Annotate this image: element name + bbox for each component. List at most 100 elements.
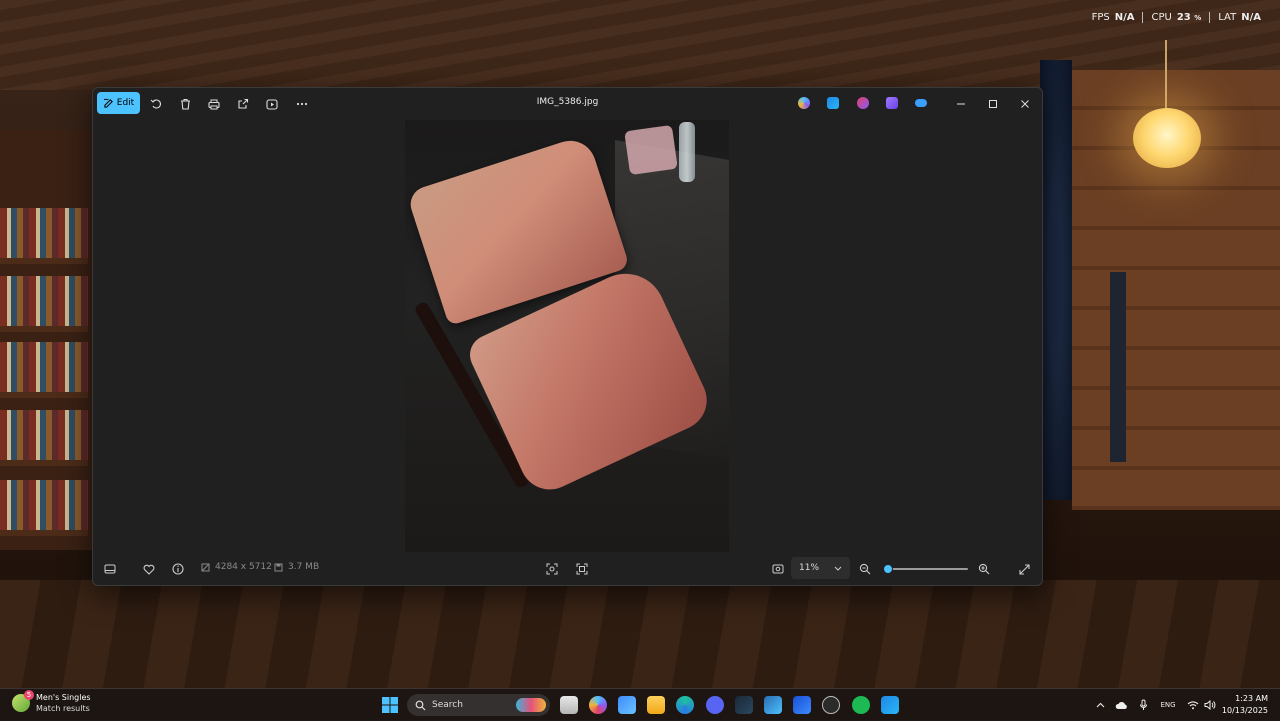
onedrive-icon[interactable]: [915, 99, 927, 107]
store-icon[interactable]: [618, 696, 636, 714]
chevron-up-icon: [1096, 702, 1104, 708]
tennis-icon: 5: [12, 690, 34, 712]
chevron-down-icon: [834, 566, 842, 571]
lat-value: N/A: [1241, 12, 1261, 23]
wifi-button[interactable]: [1186, 698, 1200, 712]
cpu-readout: CPU 23 %: [1142, 12, 1209, 23]
fullscreen-icon: [1018, 563, 1030, 575]
search-icon: [415, 700, 426, 710]
photos-app-icon[interactable]: [764, 696, 782, 714]
show-hidden-icons-button[interactable]: [1093, 698, 1107, 712]
onedrive-tray-icon[interactable]: [1114, 698, 1128, 712]
zoom-slider-thumb[interactable]: [882, 564, 893, 574]
filesize-text: 3.7 MB: [288, 562, 320, 572]
dimensions-text: 4284 x 5712: [215, 562, 272, 572]
maximize-button[interactable]: [981, 94, 1005, 114]
edge-icon[interactable]: [676, 696, 694, 714]
notification-badge: 5: [24, 690, 34, 700]
favorite-button[interactable]: [138, 558, 160, 580]
wallpaper-floor: [0, 580, 1280, 690]
cpu-label: CPU: [1151, 12, 1172, 23]
spotify-icon[interactable]: [852, 696, 870, 714]
filmstrip-icon: [104, 564, 116, 574]
microphone-button[interactable]: [1136, 698, 1150, 712]
taskbar: 5 Men's Singles Match results Search ENG: [0, 688, 1280, 721]
zoom-dropdown[interactable]: 11%: [791, 557, 850, 579]
fullscreen-button[interactable]: [1013, 558, 1035, 580]
photos-window: Edit IMG_5386.jpg 4284 x 5712 3.7 MB 11%: [92, 87, 1043, 586]
maximize-icon: [989, 100, 997, 108]
language-indicator[interactable]: ENG: [1158, 698, 1178, 712]
live-text-icon: [576, 563, 588, 575]
discord-icon[interactable]: [706, 696, 724, 714]
task-view-icon[interactable]: [560, 696, 578, 714]
cpu-unit: %: [1194, 14, 1202, 22]
clipchamp-purple-icon[interactable]: [886, 97, 898, 109]
wallpaper-shelf-row: [0, 276, 88, 332]
copilot-icon[interactable]: [798, 97, 810, 109]
dimensions-info: 4284 x 5712: [201, 562, 272, 572]
volume-button[interactable]: [1203, 698, 1217, 712]
close-button[interactable]: [1013, 94, 1037, 114]
zoom-value: 11%: [799, 563, 820, 573]
performance-overlay: FPS N/A CPU 23 % LAT N/A: [1084, 12, 1269, 23]
search-placeholder: Search: [432, 700, 463, 710]
filmstrip-button[interactable]: [99, 558, 121, 580]
clipchamp-icon[interactable]: [857, 97, 869, 109]
fit-to-window-icon: [772, 564, 784, 574]
taskbar-search[interactable]: Search: [407, 694, 550, 716]
dimensions-icon: [201, 563, 210, 571]
zoom-out-button[interactable]: [854, 558, 876, 580]
heart-icon: [143, 564, 155, 575]
photo-bag: [624, 124, 678, 176]
title-bar[interactable]: Edit IMG_5386.jpg: [93, 88, 1042, 120]
file-title: IMG_5386.jpg: [536, 97, 599, 107]
widget-subtitle: Match results: [36, 704, 90, 713]
volume-icon: [1204, 700, 1216, 710]
search-highlight-art: [516, 698, 546, 712]
clock-time: 1:23 AM: [1235, 694, 1268, 703]
copilot-taskbar-icon[interactable]: [589, 696, 607, 714]
wallpaper-bookshelf: [0, 130, 96, 550]
visual-search-button[interactable]: [541, 558, 563, 580]
fit-to-window-button[interactable]: [767, 558, 789, 580]
wallpaper-lamp-cord: [1165, 40, 1167, 110]
close-icon: [1021, 100, 1029, 108]
pc-manager-icon[interactable]: [793, 696, 811, 714]
wallpaper-lamp: [1133, 108, 1201, 168]
zoom-slider[interactable]: [882, 564, 968, 574]
minimize-icon: [957, 103, 965, 105]
wallpaper-shelf-row: [0, 342, 88, 398]
visual-search-icon: [546, 563, 558, 575]
file-explorer-icon[interactable]: [647, 696, 665, 714]
zoom-in-icon: [978, 563, 990, 575]
photo-chair[interactable]: [405, 120, 729, 552]
designer-icon[interactable]: [827, 97, 839, 109]
fps-readout: FPS N/A: [1084, 12, 1143, 23]
fps-value: N/A: [1114, 12, 1135, 23]
wifi-icon: [1187, 701, 1199, 710]
wallpaper-night-window: [1040, 60, 1072, 500]
minimize-button[interactable]: [949, 94, 973, 114]
lat-label: LAT: [1218, 12, 1237, 23]
designer-taskbar-icon[interactable]: [881, 696, 899, 714]
save-disk-icon: [274, 563, 283, 571]
info-button[interactable]: [167, 558, 189, 580]
github-icon[interactable]: [822, 696, 840, 714]
wallpaper-shelf-row: [0, 480, 88, 536]
cloud-icon: [1115, 701, 1127, 709]
info-icon: [172, 563, 184, 575]
widgets-button[interactable]: 5 Men's Singles Match results: [12, 690, 91, 714]
live-text-button[interactable]: [571, 558, 593, 580]
wallpaper-shelf-row: [0, 410, 88, 466]
start-button[interactable]: [381, 696, 399, 714]
image-viewer[interactable]: [93, 120, 1042, 552]
clock[interactable]: 1:23 AM 10/13/2025: [1222, 693, 1268, 717]
zoom-out-icon: [859, 563, 871, 575]
filesize-info: 3.7 MB: [274, 562, 319, 572]
photo-bottle: [679, 122, 695, 182]
wallpaper-shelf-row: [0, 208, 88, 264]
zoom-in-button[interactable]: [973, 558, 995, 580]
wallpaper-wall-slot: [1110, 272, 1126, 462]
steam-icon[interactable]: [735, 696, 753, 714]
